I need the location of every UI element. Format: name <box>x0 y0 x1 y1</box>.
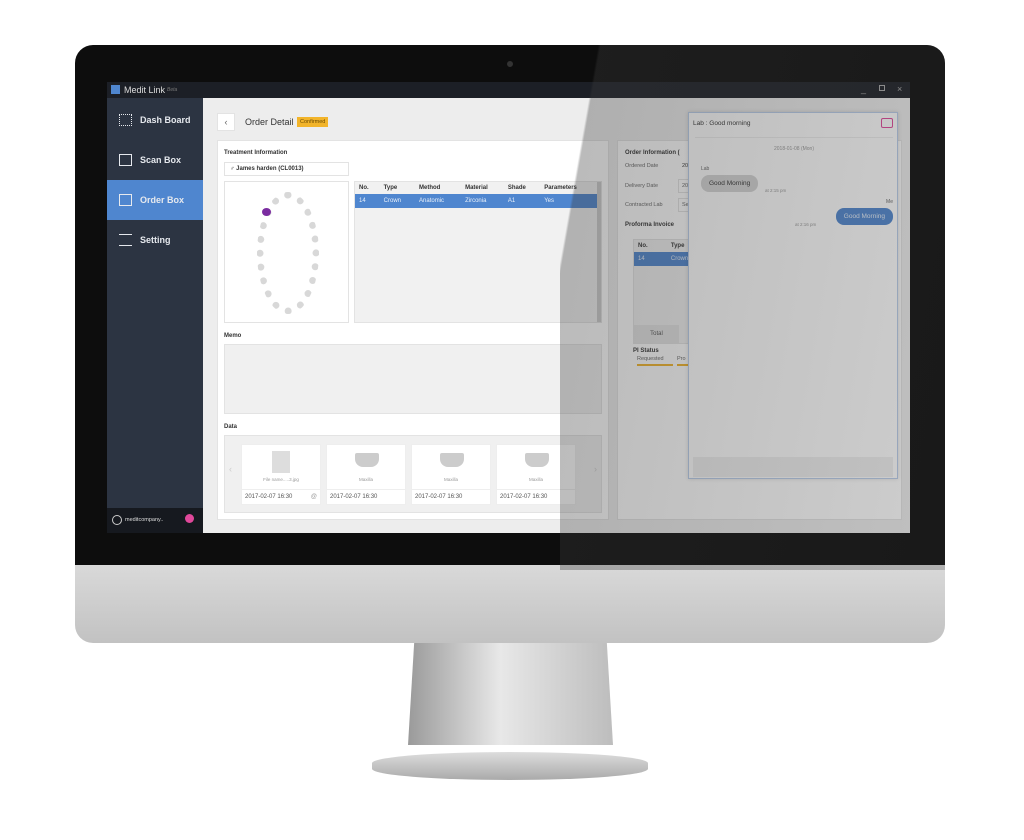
patient-field[interactable]: ♂ James harden (CL0013) <box>224 162 349 176</box>
status-badge: Confirmed <box>297 117 329 127</box>
maxilla-icon <box>525 453 549 467</box>
app-window: Medit Link Beta _ × Dash Board Scan Box … <box>107 82 910 533</box>
cell: 14 <box>359 198 366 204</box>
col-parameters: Parameters <box>544 185 577 191</box>
grid-icon <box>119 114 132 126</box>
contracted-lab-label: Contracted Lab <box>625 202 663 208</box>
sidebar-item-label: Dash Board <box>140 115 191 125</box>
bell-icon[interactable] <box>185 514 194 523</box>
user-avatar <box>112 515 122 525</box>
app-logo-icon <box>111 85 120 94</box>
col-no: No. <box>638 243 648 249</box>
table-scrollbar[interactable] <box>597 182 601 322</box>
message-time: at 2:15 pm <box>765 188 787 193</box>
message-sender: Me <box>886 199 893 205</box>
pi-step-requested: Requested <box>637 356 673 366</box>
user-bar[interactable]: meditcompany.. <box>107 508 203 533</box>
sidebar-item-setting[interactable]: Setting <box>107 220 203 260</box>
maximize-button[interactable] <box>879 85 885 91</box>
camera <box>507 61 513 67</box>
attachment-icon[interactable]: @ <box>311 494 317 500</box>
data-item-name: Maxilla <box>443 477 458 482</box>
page-title: Order Detail <box>245 117 294 127</box>
message-bubble-lab: Good Morning <box>701 175 759 192</box>
data-item[interactable]: Maxilla 2017-02-07 16:30 <box>411 444 491 505</box>
sidebar: Dash Board Scan Box Order Box Setting me… <box>107 98 203 533</box>
data-item-date: 2017-02-07 16:30 <box>497 489 575 504</box>
back-button[interactable]: ‹ <box>217 113 235 131</box>
total-label: Total <box>634 325 679 343</box>
memo-title: Memo <box>224 333 242 339</box>
message-bubble-me: Good Morning <box>835 208 893 225</box>
title-bar: Medit Link Beta _ × <box>107 82 910 98</box>
message-time: at 2:16 pm <box>795 222 817 227</box>
carousel-prev-button[interactable]: ‹ <box>229 464 232 474</box>
col-type: Type <box>383 185 398 191</box>
monitor-chin <box>75 565 945 643</box>
chat-icon[interactable] <box>881 118 893 128</box>
col-method: Method <box>419 185 441 191</box>
treatment-title: Treatment Information <box>224 150 288 156</box>
data-item-name: Maxilla <box>358 477 373 482</box>
chat-window: Lab : Good morning 2018-01-08 (Mon) Lab … <box>688 112 898 479</box>
cell: Yes <box>544 198 554 204</box>
chat-messages: 2018-01-08 (Mon) Lab Good Morning at 2:1… <box>695 137 893 457</box>
data-item[interactable]: File name.....3.jpg 2017-02-07 16:30 @ <box>241 444 321 505</box>
order-info-title: Order Information ( <box>625 150 680 156</box>
data-item[interactable]: Maxilla 2017-02-07 16:30 <box>326 444 406 505</box>
table-row[interactable]: 14 Crown Anatomic Zirconia A1 Yes <box>355 194 597 208</box>
monitor-stand <box>408 643 613 745</box>
data-carousel: ‹ › File name.....3.jpg 2017-02-07 16:30 @… <box>224 435 602 513</box>
app-title: Medit Link <box>124 85 166 95</box>
tooth-chart[interactable] <box>224 181 349 323</box>
patient-name: James harden (CL0013) <box>236 166 304 172</box>
proforma-title: Proforma Invoice <box>625 222 675 228</box>
col-shade: Shade <box>507 185 526 191</box>
app-edition: Beta <box>167 87 178 93</box>
data-item-date: 2017-02-07 16:30 <box>412 489 490 504</box>
maxilla-icon <box>440 453 464 467</box>
sidebar-item-label: Scan Box <box>140 155 182 165</box>
sidebar-item-scan-box[interactable]: Scan Box <box>107 140 203 180</box>
monitor-base <box>372 752 648 780</box>
sidebar-item-dash-board[interactable]: Dash Board <box>107 100 203 140</box>
cell: 14 <box>638 256 645 262</box>
cell: Zirconia <box>465 198 487 204</box>
sidebar-item-label: Order Box <box>140 195 185 205</box>
treatment-panel: Treatment Information ♂ James harden (CL… <box>217 140 609 520</box>
data-item[interactable]: Maxilla 2017-02-07 16:30 <box>496 444 576 505</box>
minimize-button[interactable]: _ <box>861 84 866 94</box>
data-item-name: Maxilla <box>528 477 543 482</box>
memo-input[interactable] <box>224 344 602 414</box>
table-header: No. Type Method Material Shade Parameters <box>355 182 597 194</box>
col-no: No. <box>359 185 369 191</box>
data-item-date: 2017-02-07 16:30 <box>245 494 293 500</box>
close-button[interactable]: × <box>897 84 902 94</box>
col-material: Material <box>465 185 488 191</box>
sidebar-item-label: Setting <box>140 235 171 245</box>
file-unknown-icon <box>272 451 290 473</box>
chat-date: 2018-01-08 (Mon) <box>773 146 815 152</box>
data-item-date: 2017-02-07 16:30 <box>327 489 405 504</box>
delivery-date-label: Delivery Date <box>625 183 659 189</box>
sidebar-item-order-box[interactable]: Order Box <box>107 180 203 220</box>
treatment-table: No. Type Method Material Shade Parameters 14 C… <box>354 181 602 323</box>
scan-icon <box>119 154 132 166</box>
cell: Anatomic <box>419 198 445 204</box>
chat-title: Lab : Good morning <box>693 120 751 127</box>
order-icon <box>119 194 132 206</box>
user-name: meditcompany.. <box>125 517 164 523</box>
data-item-name: File name.....3.jpg <box>263 477 299 482</box>
carousel-next-button[interactable]: › <box>594 464 597 474</box>
cell: A1 <box>507 198 516 204</box>
pi-status-title: PI Status <box>633 348 659 354</box>
data-title: Data <box>224 424 238 430</box>
selected-tooth-14[interactable] <box>262 208 271 216</box>
message-sender: Lab <box>701 166 710 172</box>
cell: Crown <box>383 198 401 204</box>
maxilla-icon <box>355 453 379 467</box>
chat-input[interactable] <box>693 457 893 477</box>
sliders-icon <box>119 234 132 246</box>
ordered-date-label: Ordered Date <box>625 163 659 169</box>
